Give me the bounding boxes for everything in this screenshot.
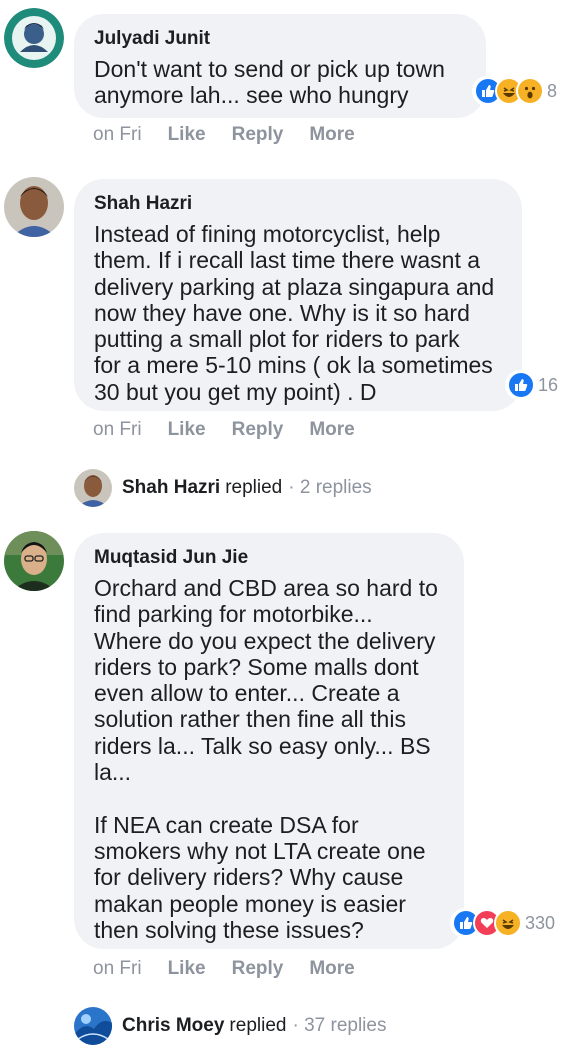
comment-author[interactable]: Julyadi Junit xyxy=(94,28,466,50)
like-icon xyxy=(507,371,535,399)
comment-bubble: Muqtasid Jun Jie Orchard and CBD area so… xyxy=(74,533,464,949)
reply-count: · 2 replies xyxy=(288,477,372,498)
reply-button[interactable]: Reply xyxy=(232,124,284,146)
comment-author[interactable]: Muqtasid Jun Jie xyxy=(94,547,444,569)
reply-count: · 37 replies xyxy=(292,1015,387,1036)
comment-bubble: Julyadi Junit Don't want to send or pick… xyxy=(74,14,486,118)
view-replies[interactable]: Chris Moey replied · 37 replies xyxy=(74,1007,386,1045)
comment-text: Don't want to send or pick up town anymo… xyxy=(94,56,445,109)
more-button[interactable]: More xyxy=(309,958,354,980)
reply-button[interactable]: Reply xyxy=(232,419,284,441)
comment-bubble: Shah Hazri Instead of fining motorcyclis… xyxy=(74,179,522,411)
comment-actions: on Fri Like Reply More xyxy=(93,958,381,980)
wow-icon xyxy=(516,77,544,105)
comment-time[interactable]: on Fri xyxy=(93,124,142,146)
comment-text: Orchard and CBD area so hard to find par… xyxy=(94,575,438,943)
comment-actions: on Fri Like Reply More xyxy=(93,124,381,146)
haha-icon xyxy=(494,909,522,937)
avatar[interactable] xyxy=(4,8,64,68)
view-replies[interactable]: Shah Hazri replied · 2 replies xyxy=(74,469,372,507)
comment-author[interactable]: Shah Hazri xyxy=(94,193,502,215)
reply-author: Shah Hazri xyxy=(122,477,221,498)
avatar[interactable] xyxy=(4,531,64,591)
reply-verb: replied xyxy=(225,477,283,498)
reaction-count: 330 xyxy=(525,912,556,933)
like-button[interactable]: Like xyxy=(168,124,206,146)
reply-verb: replied xyxy=(229,1015,287,1036)
more-button[interactable]: More xyxy=(309,124,354,146)
more-button[interactable]: More xyxy=(309,419,354,441)
reply-avatar xyxy=(74,469,112,507)
comment-time[interactable]: on Fri xyxy=(93,419,142,441)
like-button[interactable]: Like xyxy=(168,958,206,980)
reply-avatar xyxy=(74,1007,112,1045)
avatar[interactable] xyxy=(4,177,64,237)
comment-time[interactable]: on Fri xyxy=(93,958,142,980)
reaction-count: 16 xyxy=(538,374,559,395)
like-button[interactable]: Like xyxy=(168,419,206,441)
reactions-summary[interactable]: 16 xyxy=(505,370,563,400)
reaction-count: 8 xyxy=(547,80,558,101)
comment-text: Instead of fining motorcyclist, help the… xyxy=(94,221,495,405)
comment-actions: on Fri Like Reply More xyxy=(93,419,381,441)
reply-button[interactable]: Reply xyxy=(232,958,284,980)
reactions-summary[interactable]: 8 xyxy=(472,76,562,106)
reactions-summary[interactable]: 330 xyxy=(450,908,560,938)
reply-author: Chris Moey xyxy=(122,1015,225,1036)
